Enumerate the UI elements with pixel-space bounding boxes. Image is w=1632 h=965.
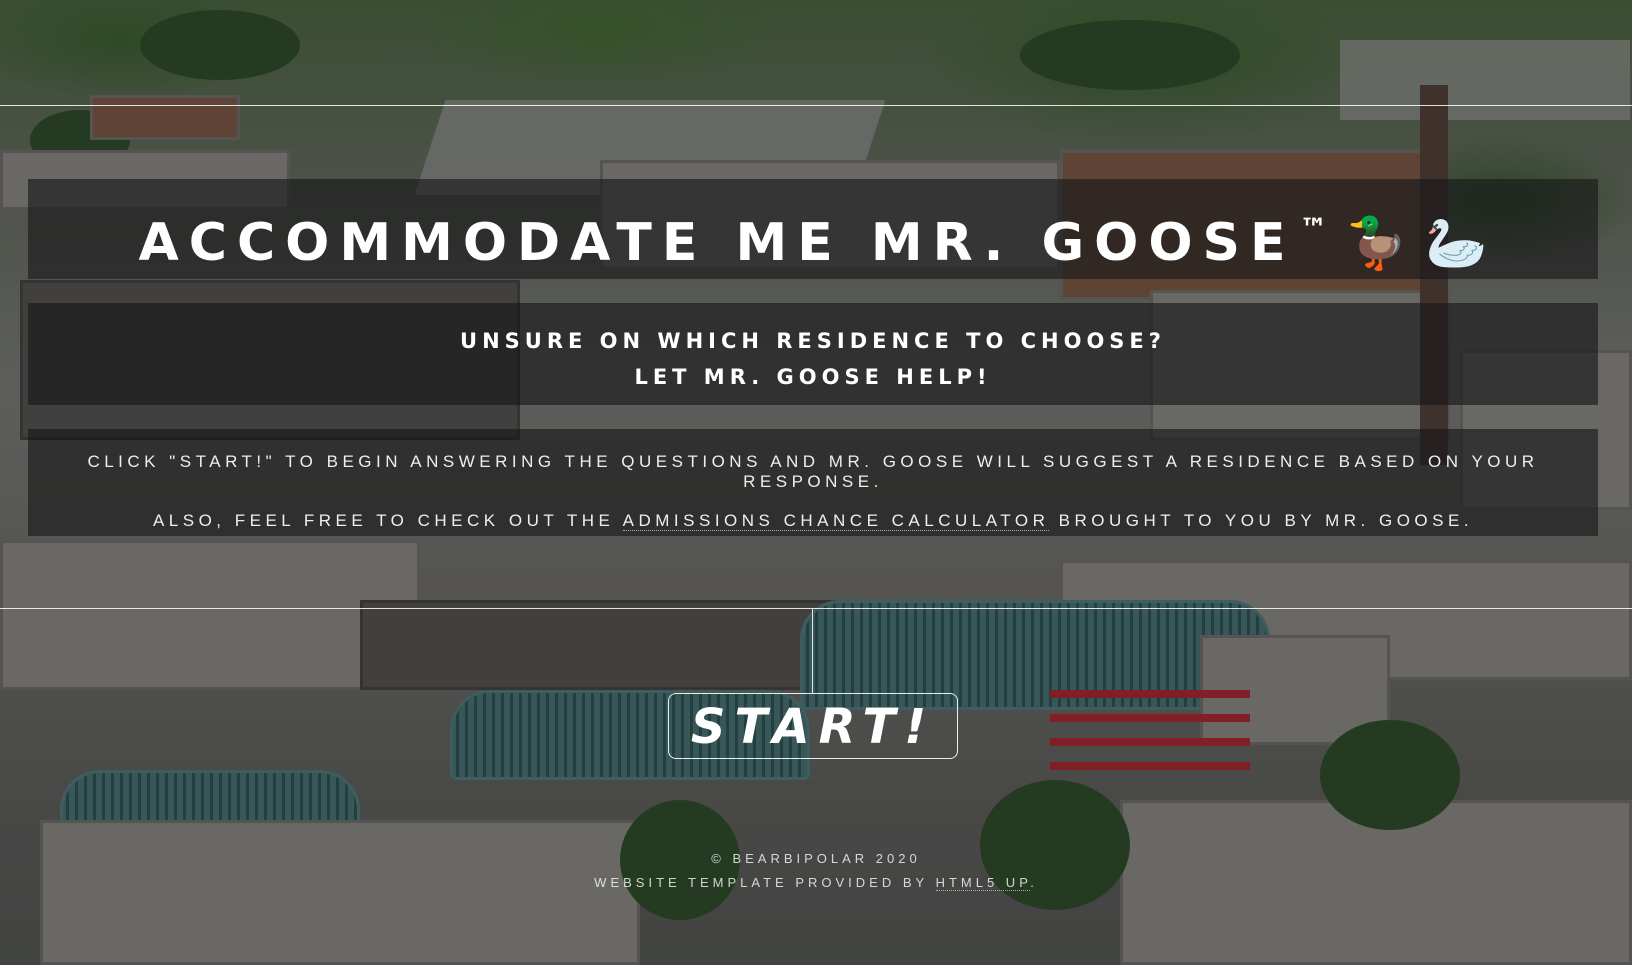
bottom-divider-line — [0, 608, 1632, 609]
duck-and-swan-icon: 🦆 🦢 — [1345, 214, 1488, 272]
start-button[interactable]: START! — [668, 693, 958, 759]
footer-copyright: © BEARBIPOLAR 2020 — [711, 851, 921, 866]
footer-credit-prefix: WEBSITE TEMPLATE PROVIDED BY — [594, 875, 928, 890]
footer-credit: WEBSITE TEMPLATE PROVIDED BY HTML5 UP. — [0, 875, 1632, 891]
instructions-line-1: CLICK "START!" TO BEGIN ANSWERING THE QU… — [87, 452, 1539, 491]
trademark-symbol: ™ — [1299, 212, 1328, 245]
footer-credit-suffix: . — [1030, 875, 1038, 890]
instructions-line-2: ALSO, FEEL FREE TO CHECK OUT THE ADMISSI… — [28, 492, 1598, 531]
instructions-line-2-suffix: BROUGHT TO YOU BY MR. GOOSE. — [1058, 511, 1474, 530]
subtitle-banner: UNSURE ON WHICH RESIDENCE TO CHOOSE? LET… — [28, 303, 1598, 405]
start-connector-line — [812, 608, 813, 693]
top-divider-line — [0, 105, 1632, 106]
subtitle-help: LET MR. GOOSE HELP! — [634, 365, 992, 389]
subtitle-question: UNSURE ON WHICH RESIDENCE TO CHOOSE? — [460, 329, 1166, 353]
admissions-calculator-link[interactable]: ADMISSIONS CHANCE CALCULATOR — [622, 511, 1050, 531]
instructions-line-2-prefix: ALSO, FEEL FREE TO CHECK OUT THE — [152, 511, 615, 530]
title-banner: ACCOMMODATE ME MR. GOOSE ™ 🦆 🦢 — [28, 179, 1598, 279]
page-title: ACCOMMODATE ME MR. GOOSE ™ 🦆 🦢 — [28, 179, 1598, 293]
html5up-link[interactable]: HTML5 UP — [935, 875, 1031, 891]
page-title-text: ACCOMMODATE ME MR. GOOSE — [138, 213, 1296, 273]
instructions-banner: CLICK "START!" TO BEGIN ANSWERING THE QU… — [28, 429, 1598, 536]
